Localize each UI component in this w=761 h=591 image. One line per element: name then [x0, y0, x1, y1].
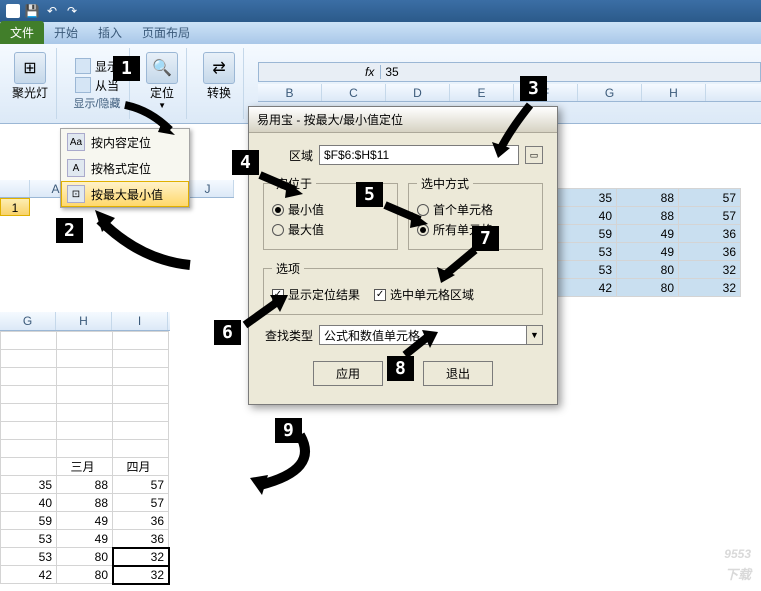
table-row: 594936: [1, 512, 169, 530]
undo-icon[interactable]: ↶: [44, 3, 60, 19]
convert-label: 转换: [207, 84, 231, 101]
title-bar: 💾 ↶ ↷: [0, 0, 761, 22]
col-d[interactable]: D: [386, 84, 450, 101]
annotation-3: 3: [520, 76, 547, 101]
options-group: 选项 显示定位结果 选中单元格区域: [263, 260, 543, 315]
apply-button[interactable]: 应用: [313, 361, 383, 386]
app-icon: [6, 4, 20, 18]
col-h[interactable]: H: [642, 84, 706, 101]
table-row: 408857: [555, 207, 741, 225]
exit-button[interactable]: 退出: [423, 361, 493, 386]
table-row: 408857: [1, 494, 169, 512]
formula-input[interactable]: 35: [381, 65, 760, 79]
data-grid-right: 358857 408857 594936 534936 538032 42803…: [554, 188, 741, 297]
convert-icon: ⇄: [203, 52, 235, 84]
arrow-1: [120, 100, 180, 140]
arrow-4: [255, 170, 305, 200]
table-row: 428032: [1, 566, 169, 584]
col-g2[interactable]: G: [0, 312, 56, 330]
table-row: [1, 368, 169, 386]
dialog-title: 易用宝 - 按最大/最小值定位: [257, 111, 403, 128]
radio-max[interactable]: 最大值: [272, 221, 389, 238]
table-row: 538032: [1, 548, 169, 566]
show-icon: [75, 58, 91, 74]
radio-icon: [272, 204, 284, 216]
locate-icon: 🔍: [146, 52, 178, 84]
table-row: [1, 350, 169, 368]
annotation-6: 6: [214, 320, 241, 345]
col-c[interactable]: C: [322, 84, 386, 101]
annotation-8: 8: [387, 356, 414, 381]
table-row: [1, 404, 169, 422]
arrow-7: [435, 245, 485, 285]
tab-layout[interactable]: 页面布局: [132, 21, 200, 44]
annotation-5: 5: [356, 182, 383, 207]
col-e[interactable]: E: [450, 84, 514, 101]
dropdown-by-format[interactable]: A 按格式定位: [61, 155, 189, 181]
spotlight-label: 聚光灯: [12, 84, 48, 101]
annotation-9: 9: [275, 418, 302, 443]
region-label: 区域: [263, 147, 313, 164]
ribbon-tabs: 文件 开始 插入 页面布局: [0, 22, 761, 44]
table-row: [1, 422, 169, 440]
table-row: [1, 332, 169, 350]
options-legend: 选项: [272, 260, 304, 277]
fx-label[interactable]: fx: [359, 65, 381, 79]
save-icon[interactable]: 💾: [24, 3, 40, 19]
arrow-5: [380, 200, 430, 230]
chevron-down-icon: ▼: [526, 326, 542, 344]
formula-bar: fx 35: [258, 62, 761, 82]
annotation-1: 1: [113, 56, 140, 81]
tab-insert[interactable]: 插入: [88, 21, 132, 44]
region-input[interactable]: $F$6:$H$11: [319, 145, 519, 165]
col-g[interactable]: G: [578, 84, 642, 101]
table-row: 538032: [555, 261, 741, 279]
annotation-7: 7: [472, 226, 499, 251]
tab-file[interactable]: 文件: [0, 21, 44, 44]
lower-grid: G H I 三月四月 358857 408857 594936 534936 5…: [0, 312, 170, 584]
row-headers-left: 1: [0, 198, 30, 216]
table-row: 358857: [555, 189, 741, 207]
annotation-4: 4: [232, 150, 259, 175]
arrow-3: [490, 100, 540, 160]
watermark: 9553下载: [724, 538, 751, 583]
table-row: 358857: [1, 476, 169, 494]
check-select-range[interactable]: 选中单元格区域: [374, 286, 474, 303]
locate-label: 定位: [150, 84, 174, 101]
radio-icon: [272, 224, 284, 236]
content-icon: Aa: [67, 133, 85, 151]
table-row: [1, 440, 169, 458]
table-row: 534936: [555, 243, 741, 261]
col-corner[interactable]: [0, 180, 30, 197]
locate-dropdown: Aa 按内容定位 A 按格式定位 ⊡ 按最大最小值: [60, 128, 190, 208]
select-mode-legend: 选中方式: [417, 175, 473, 192]
convert-button[interactable]: ⇄ 转换: [201, 50, 237, 103]
redo-icon[interactable]: ↷: [64, 3, 80, 19]
col-i2[interactable]: I: [112, 312, 168, 330]
from-icon: [75, 77, 91, 93]
spotlight-button[interactable]: ⊞ 聚光灯: [10, 50, 50, 103]
show-hide-label: 显示/隐藏: [73, 95, 120, 111]
table-row: 594936: [555, 225, 741, 243]
radio-first-cell[interactable]: 首个单元格: [417, 201, 534, 218]
arrow-2: [90, 210, 200, 270]
table-row: 三月四月: [1, 458, 169, 476]
table-row: 428032: [555, 279, 741, 297]
minmax-icon: ⊡: [67, 185, 85, 203]
table-row: 534936: [1, 530, 169, 548]
spotlight-icon: ⊞: [14, 52, 46, 84]
tab-home[interactable]: 开始: [44, 21, 88, 44]
table-row: [1, 386, 169, 404]
format-icon: A: [67, 159, 85, 177]
annotation-2: 2: [56, 218, 83, 243]
arrow-6: [240, 290, 290, 330]
row-1[interactable]: 1: [0, 198, 30, 216]
col-b[interactable]: B: [258, 84, 322, 101]
checkbox-icon: [374, 289, 386, 301]
dropdown-by-minmax[interactable]: ⊡ 按最大最小值: [61, 181, 189, 207]
col-h2[interactable]: H: [56, 312, 112, 330]
